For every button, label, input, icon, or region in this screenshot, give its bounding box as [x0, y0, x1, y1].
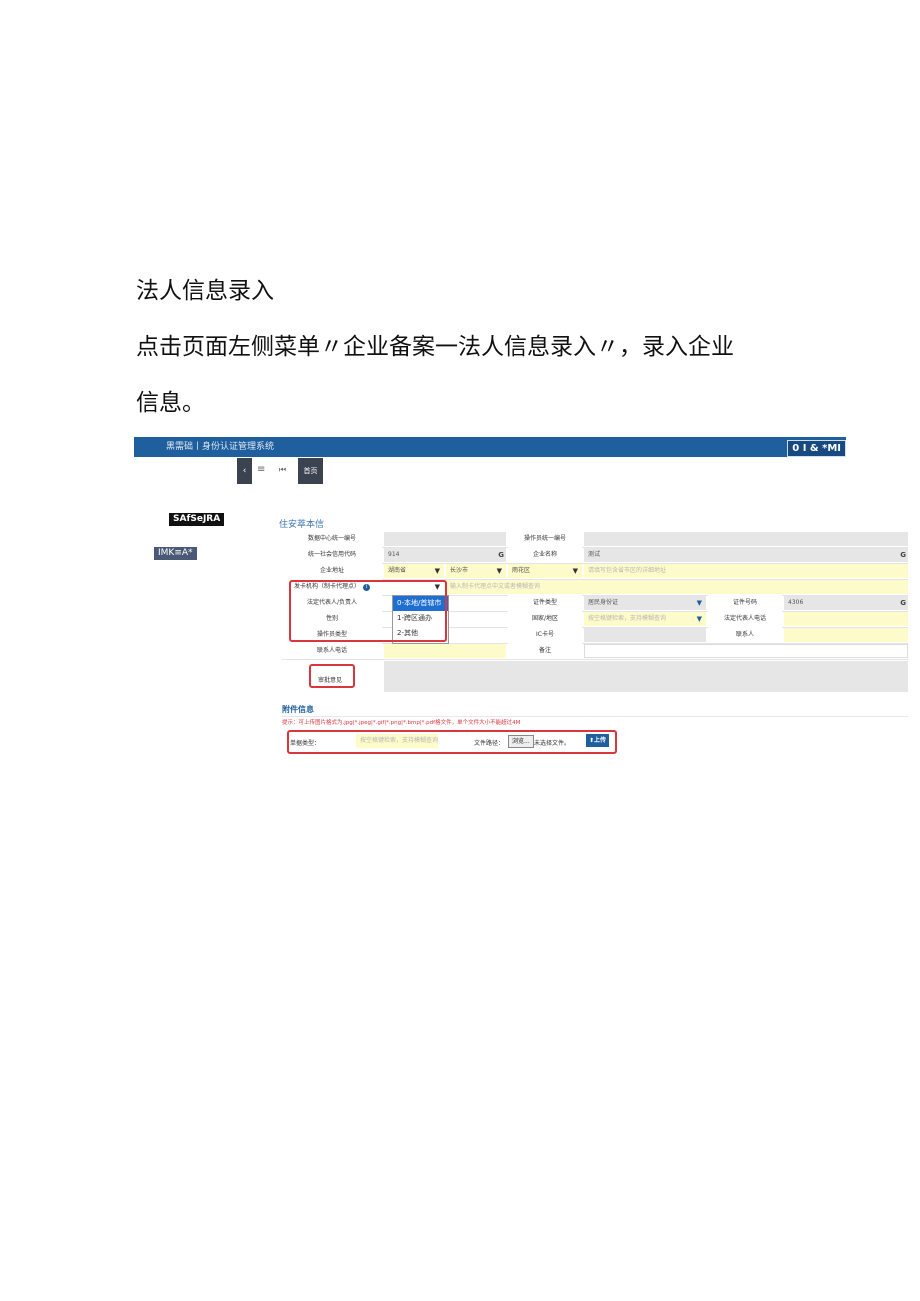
operator-id-field[interactable] [584, 532, 908, 546]
form-row: 联系人电话 备注 [282, 643, 908, 660]
id-number-value: 4306 [788, 599, 804, 606]
ic-card-field[interactable] [584, 628, 706, 642]
credit-code-field[interactable]: 914 G [384, 548, 506, 562]
highlight-box [287, 730, 617, 754]
highlight-box [289, 580, 447, 642]
address-placeholder: 请填写包含省市区的详细地址 [588, 567, 667, 574]
field-label: 统一社会信用代码 [282, 547, 382, 563]
city-value: 长沙市 [450, 567, 469, 574]
form-row: 企业地址 湖南省 ▼ 长沙市 ▼ 雨花区 ▼ 请填写包含省市区的详细地址 [282, 563, 908, 580]
divider [282, 716, 908, 717]
remark-input[interactable] [584, 644, 908, 658]
company-name-value: 测试 [588, 551, 601, 558]
form-row: 统一社会信用代码 914 G 企业名称 测试 G [282, 547, 908, 564]
district-value: 雨花区 [512, 567, 531, 574]
tab-bar: ‹ ≡ ⏮ 首页 [237, 458, 323, 484]
chevron-down-icon: ▼ [496, 567, 502, 575]
city-select[interactable]: 长沙市 ▼ [446, 564, 506, 578]
embedded-screenshot: 黑需础丨身份认证管理系统 0 I & *MI ‹ ≡ ⏮ 首页 SAfSeJRA… [134, 437, 908, 757]
approval-textarea[interactable] [384, 661, 908, 692]
field-label: 企业地址 [282, 563, 382, 579]
refresh-icon[interactable]: G [900, 596, 906, 610]
back-icon[interactable]: ‹ [237, 458, 252, 484]
legal-rep-phone-input[interactable] [784, 612, 908, 626]
field-label: 企业名称 [508, 547, 582, 563]
field-label: 法定代表人电话 [708, 611, 782, 627]
address-detail-input[interactable]: 请填写包含省市区的详细地址 [584, 564, 908, 578]
contact-phone-input[interactable] [384, 644, 506, 658]
highlight-box [309, 664, 355, 688]
doc-paragraph-line2: 信息。 [136, 390, 205, 416]
province-select[interactable]: 湖南省 ▼ [384, 564, 444, 578]
sidebar-item-1[interactable]: SAfSeJRA [169, 513, 225, 526]
field-label: 证件类型 [508, 595, 582, 611]
issuer-search-placeholder: 输入制卡代理点中文或者模糊查询 [450, 583, 541, 590]
app-topbar: 黑需础丨身份认证管理系统 0 I & *MI [134, 437, 846, 457]
company-name-field[interactable]: 测试 G [584, 548, 908, 562]
id-type-select[interactable]: 居民身份证 ▼ [584, 596, 706, 610]
app-brand: 黑需础丨身份认证管理系统 [166, 442, 275, 452]
chevron-down-icon: ▼ [572, 567, 578, 575]
prev-icon[interactable]: ⏮ [279, 465, 286, 475]
refresh-icon[interactable]: G [498, 548, 504, 562]
field-label: 数据中心统一编号 [282, 531, 382, 547]
province-value: 湖南省 [388, 567, 407, 574]
chevron-down-icon: ▼ [696, 615, 702, 623]
attachment-note: 提示：可上传图片格式为.jpg|*.jpeg|*.gif|*.png|*.bmp… [282, 720, 521, 726]
form-row: 数据中心统一编号 操作员统一编号 [282, 531, 908, 548]
field-label: 操作员统一编号 [508, 531, 582, 547]
doc-heading: 法人信息录入 [136, 278, 274, 304]
field-label: IC卡号 [508, 627, 582, 643]
doc-paragraph-line1: 点击页面左侧菜单〃企业备案一法人信息录入〃，录入企业 [136, 334, 734, 360]
sidebar-item-2[interactable]: IMK≡A* [154, 547, 197, 560]
attachment-title: 附件信息 [282, 705, 314, 714]
chevron-down-icon: ▼ [696, 599, 702, 607]
contact-input[interactable] [784, 628, 908, 642]
field-label: 联系人 [708, 627, 782, 643]
menu-icon[interactable]: ≡ [257, 464, 265, 475]
issuer-search-input[interactable]: 输入制卡代理点中文或者模糊查询 [446, 580, 908, 594]
refresh-icon[interactable]: G [900, 548, 906, 562]
datacenter-id-field[interactable] [384, 532, 506, 546]
credit-code-value: 914 [388, 551, 400, 558]
field-label: 备注 [508, 643, 582, 659]
id-type-value: 居民身份证 [588, 599, 619, 606]
country-placeholder: 按空格键检索，支持模糊查询 [588, 615, 667, 622]
field-label: 联系人电话 [282, 643, 382, 659]
id-number-field[interactable]: 4306 G [784, 596, 908, 610]
country-select[interactable]: 按空格键检索，支持模糊查询 ▼ [584, 612, 706, 626]
section-title: 住安萃本信 [279, 520, 325, 530]
chevron-down-icon: ▼ [434, 567, 440, 575]
field-label: 国家/地区 [508, 611, 582, 627]
tab-home[interactable]: 首页 [298, 458, 323, 484]
user-tools[interactable]: 0 I & *MI [787, 440, 846, 457]
district-select[interactable]: 雨花区 ▼ [508, 564, 582, 578]
field-label: 证件号码 [708, 595, 782, 611]
